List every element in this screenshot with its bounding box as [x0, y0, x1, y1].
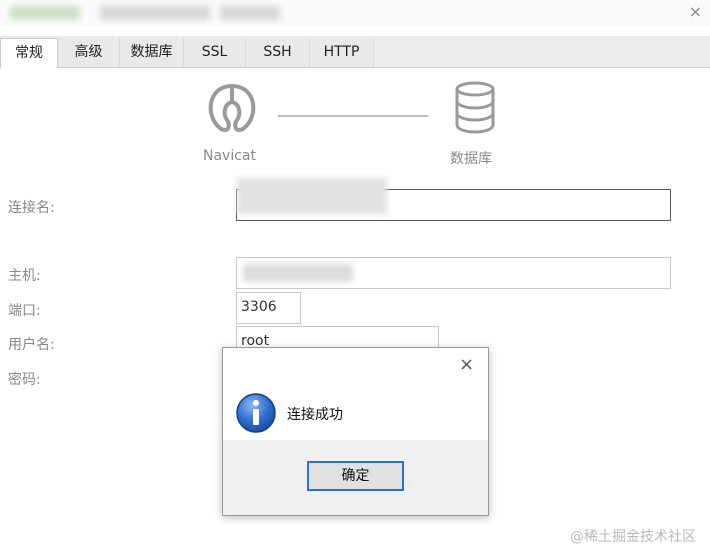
tab-advanced[interactable]: 高级 — [58, 38, 120, 67]
tab-http[interactable]: HTTP — [310, 38, 374, 67]
port-label: 端口: — [8, 303, 41, 319]
connection-name-label: 连接名: — [8, 200, 55, 216]
host-label: 主机: — [8, 268, 41, 284]
tab-databases[interactable]: 数据库 — [120, 38, 184, 67]
info-icon — [235, 392, 277, 434]
tab-ssl[interactable]: SSL — [184, 38, 246, 67]
database-label: 数据库 — [450, 151, 492, 167]
dialog-body: 连接成功 — [223, 384, 488, 440]
navicat-label: Navicat — [203, 148, 256, 164]
dialog-title-bar — [223, 348, 488, 384]
password-label: 密码: — [8, 372, 41, 388]
host-input[interactable] — [236, 257, 671, 289]
database-icon — [453, 80, 497, 134]
title-bar — [0, 0, 710, 26]
watermark: @稀土掘金技术社区 — [570, 529, 696, 545]
tab-ssh[interactable]: SSH — [246, 38, 310, 67]
dialog-close-icon[interactable]: × — [459, 354, 474, 375]
port-input[interactable]: 3306 — [236, 292, 301, 324]
window-close-icon[interactable]: × — [689, 2, 702, 21]
ok-button[interactable]: 确定 — [307, 461, 404, 491]
connection-line — [278, 115, 428, 117]
success-dialog: × 连接成功 确定 — [222, 347, 489, 516]
dialog-message: 连接成功 — [287, 407, 343, 423]
tab-general[interactable]: 常规 — [0, 38, 58, 68]
username-label: 用户名: — [8, 337, 55, 353]
navicat-logo-icon — [203, 80, 261, 136]
connection-name-input[interactable] — [236, 178, 671, 221]
